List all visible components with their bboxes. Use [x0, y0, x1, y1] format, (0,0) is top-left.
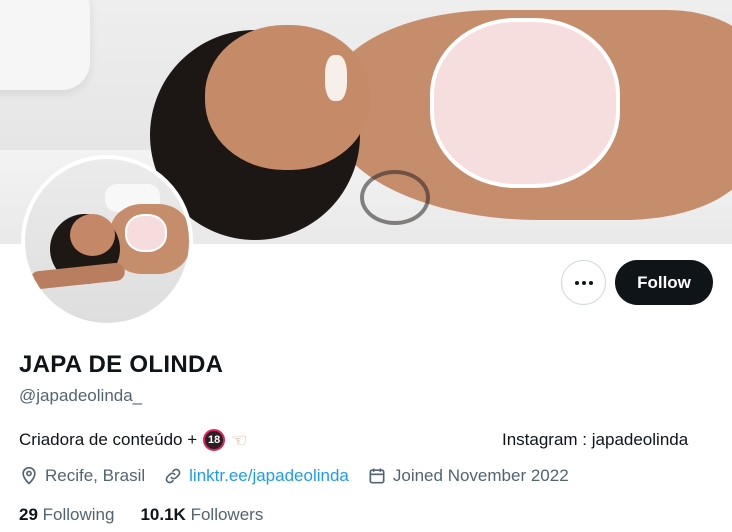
banner-smile — [325, 55, 347, 101]
adult-18-emoji: 18 — [203, 429, 226, 451]
followers-link[interactable]: 10.1K Followers — [140, 505, 263, 525]
joined-text: Joined November 2022 — [392, 466, 569, 485]
bio-instagram: Instagram : japadeolinda — [502, 430, 689, 449]
followers-count: 10.1K — [140, 505, 186, 524]
profile-link[interactable]: linktr.ee/japadeolinda — [189, 466, 349, 486]
pointing-hand-emoji: ☜ — [231, 430, 248, 450]
banner-face — [205, 25, 370, 170]
location-pin-icon — [19, 466, 39, 486]
location-item: Recife, Brasil — [19, 466, 145, 486]
avatar-image — [25, 159, 189, 323]
more-dots-icon — [574, 280, 593, 285]
user-handle: @japadeolinda_ — [19, 386, 143, 405]
more-options-button[interactable] — [561, 260, 606, 305]
location-text: Recife, Brasil — [45, 466, 146, 485]
banner-lace — [430, 18, 620, 188]
following-link[interactable]: 29 Following — [19, 505, 114, 525]
followers-label: Followers — [190, 505, 264, 524]
avatar-face — [70, 214, 115, 256]
following-count: 29 — [19, 505, 38, 524]
following-label: Following — [42, 505, 115, 524]
bio: Criadora de conteúdo + 18 ☜ — [19, 429, 247, 451]
bio-text: Criadora de conteúdo + — [19, 430, 198, 449]
joined-item: Joined November 2022 — [367, 466, 569, 486]
link-item: linktr.ee/japadeolinda — [163, 466, 349, 486]
profile-avatar[interactable] — [21, 155, 193, 327]
link-icon — [163, 466, 183, 486]
profile-meta: Recife, Brasil linktr.ee/japadeolinda Jo… — [19, 466, 587, 486]
follow-counts: 29 Following 10.1K Followers — [19, 505, 263, 525]
follow-button[interactable]: Follow — [615, 260, 713, 305]
avatar-lace — [125, 214, 167, 252]
calendar-icon — [367, 466, 387, 486]
banner-arm-tattoo — [360, 170, 430, 225]
display-name: JAPA DE OLINDA — [19, 351, 224, 378]
avatar-arm — [29, 262, 126, 290]
banner-pillow — [0, 0, 90, 90]
